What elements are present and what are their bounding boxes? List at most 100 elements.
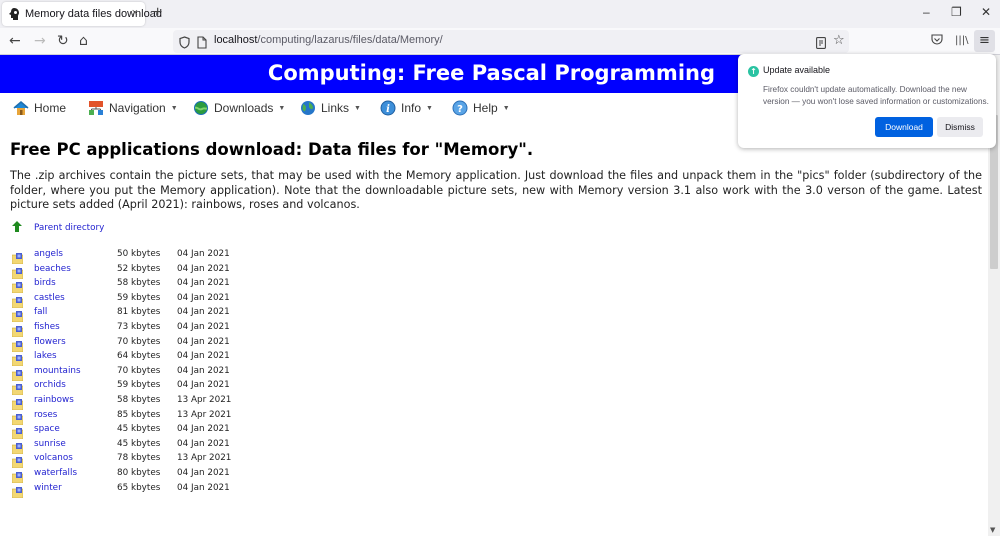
file-date: 04 Jan 2021 bbox=[177, 292, 230, 303]
dismiss-button[interactable]: Dismiss bbox=[937, 117, 983, 137]
navigation-toolbar: ← → ↻ ⌂ localhost/computing/lazarus/file… bbox=[0, 28, 1000, 55]
file-row: volcanos 78 kbytes 13 Apr 2021 bbox=[0, 452, 300, 469]
file-list: angels 50 kbytes 04 Jan 2021 beaches 52 kbyt… bbox=[0, 248, 300, 498]
menu-downloads[interactable]: Downloads ▼ bbox=[193, 100, 285, 116]
head-favicon-icon bbox=[9, 8, 20, 20]
close-window-button[interactable]: ✕ bbox=[981, 5, 991, 19]
file-link[interactable]: flowers bbox=[34, 337, 66, 347]
globe-icon bbox=[300, 100, 316, 116]
file-size: 70 kbytes bbox=[117, 336, 161, 347]
file-size: 45 kbytes bbox=[117, 424, 161, 435]
file-link[interactable]: birds bbox=[34, 278, 56, 288]
tracking-shield-icon[interactable] bbox=[179, 34, 190, 53]
page-heading: Free PC applications download: Data file… bbox=[10, 140, 534, 159]
library-icon[interactable]: |||\ bbox=[955, 35, 968, 46]
file-date: 13 Apr 2021 bbox=[177, 453, 232, 464]
file-date: 04 Jan 2021 bbox=[177, 424, 230, 435]
file-size: 65 kbytes bbox=[117, 482, 161, 493]
reload-button[interactable]: ↻ bbox=[57, 33, 69, 49]
menu-help[interactable]: ? Help ▼ bbox=[452, 100, 510, 116]
zip-file-icon bbox=[11, 468, 24, 484]
menu-links[interactable]: Links ▼ bbox=[300, 100, 361, 116]
bookmark-star-icon[interactable]: ☆ bbox=[833, 33, 845, 48]
tab-title: Memory data files download bbox=[25, 8, 162, 20]
home-icon bbox=[13, 100, 29, 116]
file-link[interactable]: fishes bbox=[34, 322, 60, 332]
file-date: 04 Jan 2021 bbox=[177, 380, 230, 391]
back-button[interactable]: ← bbox=[9, 33, 21, 49]
file-size: 78 kbytes bbox=[117, 453, 161, 464]
tab-close-icon[interactable]: × bbox=[132, 7, 138, 19]
zip-file-icon bbox=[11, 380, 24, 396]
file-link[interactable]: rainbows bbox=[34, 395, 74, 405]
downloads-icon bbox=[193, 100, 209, 116]
file-date: 04 Jan 2021 bbox=[177, 351, 230, 362]
hamburger-menu-icon[interactable]: ≡ bbox=[974, 30, 995, 52]
file-row: orchids 59 kbytes 04 Jan 2021 bbox=[0, 379, 300, 396]
svg-text:i: i bbox=[386, 104, 390, 115]
file-size: 50 kbytes bbox=[117, 249, 161, 259]
caret-down-icon: ▼ bbox=[502, 104, 510, 112]
file-link[interactable]: winter bbox=[34, 483, 62, 493]
file-link[interactable]: roses bbox=[34, 410, 57, 420]
zip-file-icon bbox=[11, 453, 24, 469]
update-available-popup: ↑ Update available Firefox couldn't upda… bbox=[738, 54, 996, 148]
file-date: 04 Jan 2021 bbox=[177, 336, 230, 347]
menu-home-label: Home bbox=[34, 101, 67, 115]
file-link[interactable]: castles bbox=[34, 293, 65, 303]
file-size: 64 kbytes bbox=[117, 351, 161, 362]
caret-down-icon: ▼ bbox=[170, 104, 178, 112]
menu-navigation[interactable]: Navigation ▼ bbox=[88, 100, 178, 116]
file-date: 13 Apr 2021 bbox=[177, 394, 232, 405]
menu-home[interactable]: Home bbox=[13, 100, 66, 116]
caret-down-icon: ▼ bbox=[426, 104, 433, 112]
pocket-icon[interactable] bbox=[931, 33, 943, 48]
zip-file-icon bbox=[11, 307, 24, 323]
file-link[interactable]: lakes bbox=[34, 351, 57, 361]
file-date: 04 Jan 2021 bbox=[177, 249, 230, 259]
url-text[interactable]: localhost/computing/lazarus/files/data/M… bbox=[214, 34, 443, 46]
zip-file-icon bbox=[11, 278, 24, 294]
zip-file-icon bbox=[11, 249, 24, 265]
file-size: 70 kbytes bbox=[117, 365, 161, 376]
caret-down-icon: ▼ bbox=[354, 104, 361, 112]
zip-file-icon bbox=[11, 351, 24, 367]
menu-info[interactable]: i Info ▼ bbox=[380, 100, 433, 116]
parent-directory-link[interactable]: Parent directory bbox=[34, 223, 104, 233]
zip-file-icon bbox=[11, 264, 24, 279]
download-update-button[interactable]: Download bbox=[875, 117, 933, 137]
file-link[interactable]: orchids bbox=[34, 380, 66, 390]
scroll-down-arrow-icon[interactable]: ▼ bbox=[990, 526, 995, 534]
file-size: 45 kbytes bbox=[117, 438, 161, 449]
minimize-button[interactable]: – bbox=[923, 5, 930, 19]
zip-file-icon bbox=[11, 424, 24, 440]
up-arrow-icon bbox=[12, 221, 22, 232]
restore-button[interactable]: ❐ bbox=[951, 5, 962, 19]
navigation-icon bbox=[88, 100, 104, 116]
home-button[interactable]: ⌂ bbox=[79, 33, 88, 49]
file-row: fall 81 kbytes 04 Jan 2021 bbox=[0, 306, 300, 323]
file-link[interactable]: space bbox=[34, 424, 60, 434]
tab-memory-data-files[interactable]: Memory data files download × bbox=[2, 2, 162, 26]
file-row: roses 85 kbytes 13 Apr 2021 bbox=[0, 409, 300, 425]
file-link[interactable]: fall bbox=[34, 307, 47, 317]
file-row: sunrise 45 kbytes 04 Jan 2021 bbox=[0, 438, 300, 455]
file-size: 59 kbytes bbox=[117, 380, 161, 391]
file-date: 04 Jan 2021 bbox=[177, 321, 230, 332]
file-link[interactable]: mountains bbox=[34, 366, 81, 376]
info-icon: i bbox=[380, 100, 396, 116]
file-date: 04 Jan 2021 bbox=[177, 307, 230, 318]
url-bar[interactable]: localhost/computing/lazarus/files/data/M… bbox=[173, 30, 849, 53]
file-link[interactable]: angels bbox=[34, 249, 63, 259]
new-tab-button[interactable]: + bbox=[153, 4, 162, 22]
reader-view-icon[interactable] bbox=[816, 34, 826, 53]
file-link[interactable]: waterfalls bbox=[34, 468, 77, 478]
file-row: mountains 70 kbytes 04 Jan 2021 bbox=[0, 365, 300, 382]
file-link[interactable]: beaches bbox=[34, 264, 71, 274]
file-link[interactable]: sunrise bbox=[34, 439, 66, 449]
file-link[interactable]: volcanos bbox=[34, 453, 73, 463]
file-row: birds 58 kbytes 04 Jan 2021 bbox=[0, 277, 300, 294]
file-row: fishes 73 kbytes 04 Jan 2021 bbox=[0, 321, 300, 338]
forward-button[interactable]: → bbox=[34, 33, 46, 49]
page-info-icon[interactable] bbox=[197, 34, 207, 53]
